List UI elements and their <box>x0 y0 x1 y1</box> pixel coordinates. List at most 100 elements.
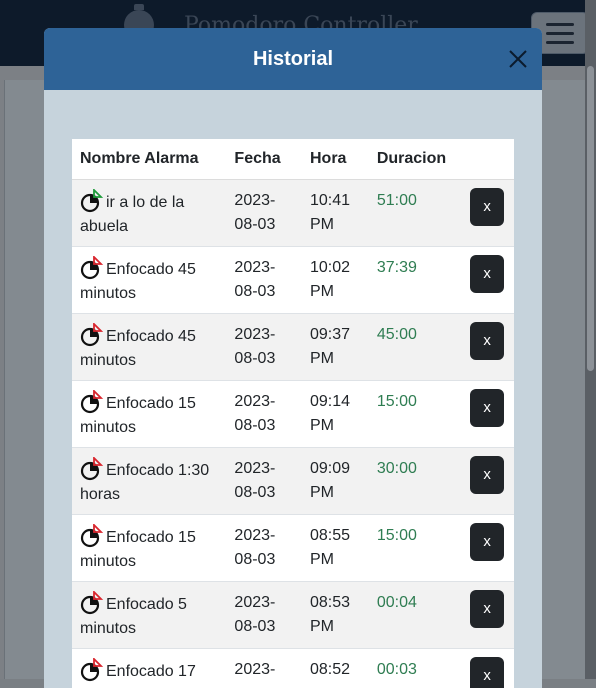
header-date: Fecha <box>226 139 302 180</box>
cell-name: Enfocado 15 minutos <box>72 381 226 448</box>
history-modal: Historial Nombre Alarma Fecha Hora Durac… <box>44 28 542 688</box>
alarm-duration: 15:00 <box>377 527 417 544</box>
alarm-duration: 37:39 <box>377 259 417 276</box>
cell-time: 08:55 PM <box>302 515 369 582</box>
header-name: Nombre Alarma <box>72 139 226 180</box>
alarm-duration: 15:00 <box>377 393 417 410</box>
table-row: Enfocado 15 minutos 2023-08-03 08:55 PM … <box>72 515 514 582</box>
cell-duration: 45:00 <box>369 314 454 381</box>
table-row: Enfocado 17 2023- 08:52 00:03 x <box>72 649 514 688</box>
alarm-date: 2023-08-03 <box>234 594 275 635</box>
cell-date: 2023-08-03 <box>226 247 302 314</box>
cell-date: 2023-08-03 <box>226 314 302 381</box>
cell-duration: 37:39 <box>369 247 454 314</box>
clock-alert-icon <box>80 591 104 615</box>
clock-alert-icon <box>80 256 104 280</box>
header-actions <box>454 139 514 180</box>
table-row: Enfocado 5 minutos 2023-08-03 08:53 PM 0… <box>72 582 514 649</box>
cell-name: Enfocado 5 minutos <box>72 582 226 649</box>
header-duration: Duracion <box>369 139 454 180</box>
close-icon[interactable] <box>506 47 530 71</box>
table-row: Enfocado 45 minutos 2023-08-03 10:02 PM … <box>72 247 514 314</box>
alarm-time: 10:41 PM <box>310 192 350 233</box>
alarm-date: 2023-08-03 <box>234 192 275 233</box>
table-row: Enfocado 1:30 horas 2023-08-03 09:09 PM … <box>72 448 514 515</box>
history-table: Nombre Alarma Fecha Hora Duracion ir a l… <box>72 139 514 688</box>
delete-button[interactable]: x <box>470 322 504 360</box>
cell-actions: x <box>454 381 514 448</box>
clock-alert-icon <box>80 457 104 481</box>
cell-duration: 00:03 <box>369 649 454 688</box>
alarm-time: 09:37 PM <box>310 326 350 367</box>
alarm-time: 08:53 PM <box>310 594 350 635</box>
cell-date: 2023- <box>226 649 302 688</box>
alarm-date: 2023- <box>234 661 275 678</box>
cell-date: 2023-08-03 <box>226 381 302 448</box>
clock-alert-icon <box>80 658 104 682</box>
delete-button[interactable]: x <box>470 523 504 561</box>
alarm-duration: 51:00 <box>377 192 417 209</box>
cell-actions: x <box>454 180 514 247</box>
cell-time: 08:52 <box>302 649 369 688</box>
delete-button[interactable]: x <box>470 188 504 226</box>
alarm-duration: 00:04 <box>377 594 417 611</box>
alarm-date: 2023-08-03 <box>234 527 275 568</box>
alarm-time: 10:02 PM <box>310 259 350 300</box>
scrollbar-thumb[interactable] <box>587 66 594 371</box>
cell-time: 09:37 PM <box>302 314 369 381</box>
cell-actions: x <box>454 448 514 515</box>
cell-date: 2023-08-03 <box>226 448 302 515</box>
delete-button[interactable]: x <box>470 389 504 427</box>
delete-button[interactable]: x <box>470 590 504 628</box>
cell-time: 09:14 PM <box>302 381 369 448</box>
cell-duration: 00:04 <box>369 582 454 649</box>
table-row: Enfocado 15 minutos 2023-08-03 09:14 PM … <box>72 381 514 448</box>
cell-name: Enfocado 45 minutos <box>72 247 226 314</box>
cell-actions: x <box>454 582 514 649</box>
alarm-time: 08:55 PM <box>310 527 350 568</box>
alarm-time: 09:14 PM <box>310 393 350 434</box>
cell-time: 10:41 PM <box>302 180 369 247</box>
delete-button[interactable]: x <box>470 456 504 494</box>
alarm-date: 2023-08-03 <box>234 326 275 367</box>
table-row: Enfocado 45 minutos 2023-08-03 09:37 PM … <box>72 314 514 381</box>
cell-actions: x <box>454 314 514 381</box>
clock-alert-icon <box>80 390 104 414</box>
alarm-time: 09:09 PM <box>310 460 350 501</box>
cell-duration: 51:00 <box>369 180 454 247</box>
cell-duration: 15:00 <box>369 515 454 582</box>
cell-actions: x <box>454 515 514 582</box>
table-header-row: Nombre Alarma Fecha Hora Duracion <box>72 139 514 180</box>
cell-name: Enfocado 17 <box>72 649 226 688</box>
modal-header: Historial <box>44 28 542 90</box>
cell-name: Enfocado 1:30 horas <box>72 448 226 515</box>
cell-actions: x <box>454 649 514 688</box>
modal-title: Historial <box>253 48 333 71</box>
alarm-duration: 00:03 <box>377 661 417 678</box>
cell-time: 09:09 PM <box>302 448 369 515</box>
delete-button[interactable]: x <box>470 255 504 293</box>
modal-body: Nombre Alarma Fecha Hora Duracion ir a l… <box>72 139 514 688</box>
cell-name: Enfocado 15 minutos <box>72 515 226 582</box>
cell-time: 08:53 PM <box>302 582 369 649</box>
cell-duration: 15:00 <box>369 381 454 448</box>
alarm-name: Enfocado 17 <box>106 663 196 680</box>
clock-alert-icon <box>80 323 104 347</box>
header-time: Hora <box>302 139 369 180</box>
alarm-duration: 45:00 <box>377 326 417 343</box>
delete-button[interactable]: x <box>470 657 504 688</box>
alarm-time: 08:52 <box>310 661 350 678</box>
alarm-duration: 30:00 <box>377 460 417 477</box>
cell-date: 2023-08-03 <box>226 180 302 247</box>
clock-success-icon <box>80 189 104 213</box>
alarm-date: 2023-08-03 <box>234 460 275 501</box>
cell-name: Enfocado 45 minutos <box>72 314 226 381</box>
cell-date: 2023-08-03 <box>226 582 302 649</box>
alarm-date: 2023-08-03 <box>234 393 275 434</box>
clock-alert-icon <box>80 524 104 548</box>
page-scrollbar[interactable] <box>585 0 596 679</box>
cell-duration: 30:00 <box>369 448 454 515</box>
cell-time: 10:02 PM <box>302 247 369 314</box>
cell-date: 2023-08-03 <box>226 515 302 582</box>
table-row: ir a lo de la abuela 2023-08-03 10:41 PM… <box>72 180 514 247</box>
